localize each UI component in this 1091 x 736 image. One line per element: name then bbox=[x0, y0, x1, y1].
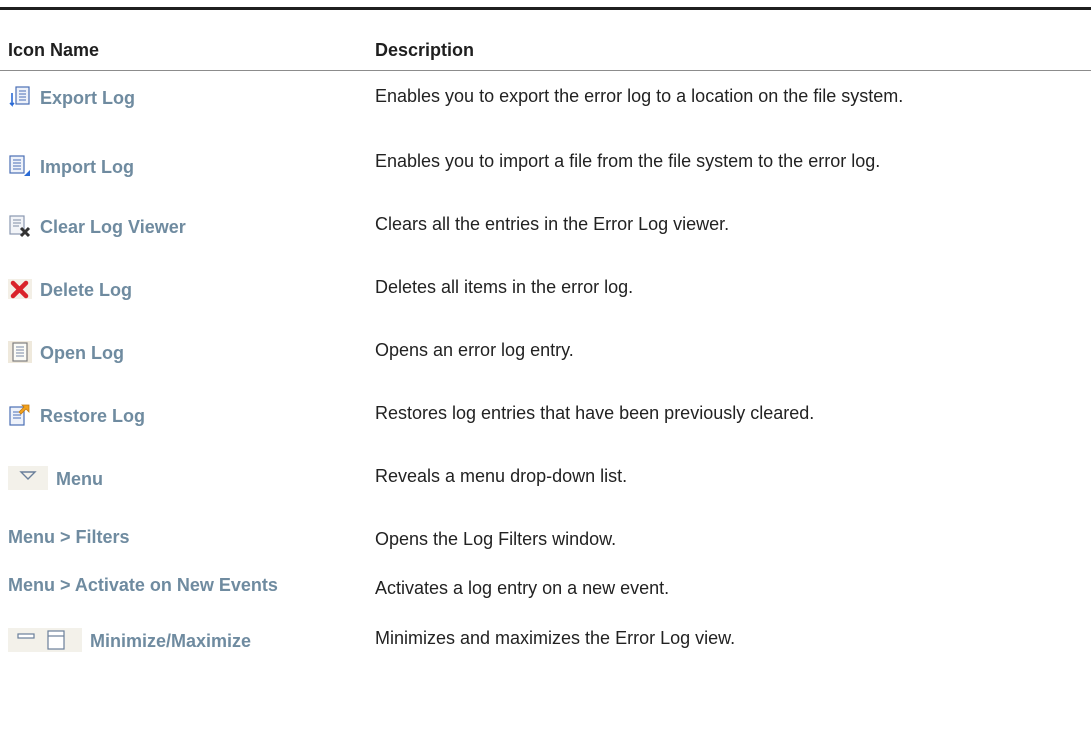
header-icon-name: Icon Name bbox=[8, 40, 100, 60]
clear-log-viewer-icon bbox=[8, 214, 32, 238]
row-label: Menu > Filters bbox=[8, 527, 130, 547]
delete-log-icon bbox=[8, 277, 32, 301]
header-description: Description bbox=[375, 40, 475, 60]
row-label: Menu bbox=[56, 469, 103, 489]
row-name: Minimize/Maximize bbox=[8, 628, 251, 652]
import-log-icon bbox=[8, 154, 32, 178]
row-label: Export Log bbox=[40, 88, 135, 108]
row-description: Reveals a menu drop-down list. bbox=[375, 466, 628, 486]
row-label: Minimize/Maximize bbox=[90, 631, 252, 651]
row-description: Opens the Log Filters window. bbox=[375, 529, 617, 549]
row-label: Delete Log bbox=[40, 280, 133, 300]
row-name: Import Log bbox=[8, 154, 134, 178]
row-name: Menu > Activate on New Events bbox=[8, 575, 278, 596]
open-log-icon bbox=[8, 340, 32, 364]
table-header: Icon Name Description bbox=[0, 10, 1091, 71]
row-label: Restore Log bbox=[40, 406, 146, 426]
row-name: Restore Log bbox=[8, 403, 145, 427]
row-name: Clear Log Viewer bbox=[8, 214, 186, 238]
row-label: Open Log bbox=[40, 343, 124, 363]
minimize-maximize-icon bbox=[8, 628, 82, 652]
row-description: Enables you to import a file from the fi… bbox=[375, 151, 881, 171]
row-description: Enables you to export the error log to a… bbox=[375, 86, 904, 106]
restore-log-icon bbox=[8, 403, 32, 427]
row-description: Opens an error log entry. bbox=[375, 340, 574, 360]
row-name: Menu > Filters bbox=[8, 527, 130, 548]
row-description: Deletes all items in the error log. bbox=[375, 277, 634, 297]
row-description: Activates a log entry on a new event. bbox=[375, 578, 670, 598]
row-label: Import Log bbox=[40, 157, 134, 177]
row-description: Minimizes and maximizes the Error Log vi… bbox=[375, 628, 736, 648]
row-name: Delete Log bbox=[8, 277, 132, 301]
row-label: Menu > Activate on New Events bbox=[8, 575, 278, 595]
row-description: Restores log entries that have been prev… bbox=[375, 403, 815, 423]
export-log-icon bbox=[8, 85, 32, 109]
menu-dropdown-icon bbox=[8, 466, 48, 490]
row-label: Clear Log Viewer bbox=[40, 217, 186, 237]
row-name: Menu bbox=[8, 466, 103, 490]
row-name: Open Log bbox=[8, 340, 124, 364]
row-name: Export Log bbox=[8, 85, 135, 109]
row-description: Clears all the entries in the Error Log … bbox=[375, 214, 730, 234]
